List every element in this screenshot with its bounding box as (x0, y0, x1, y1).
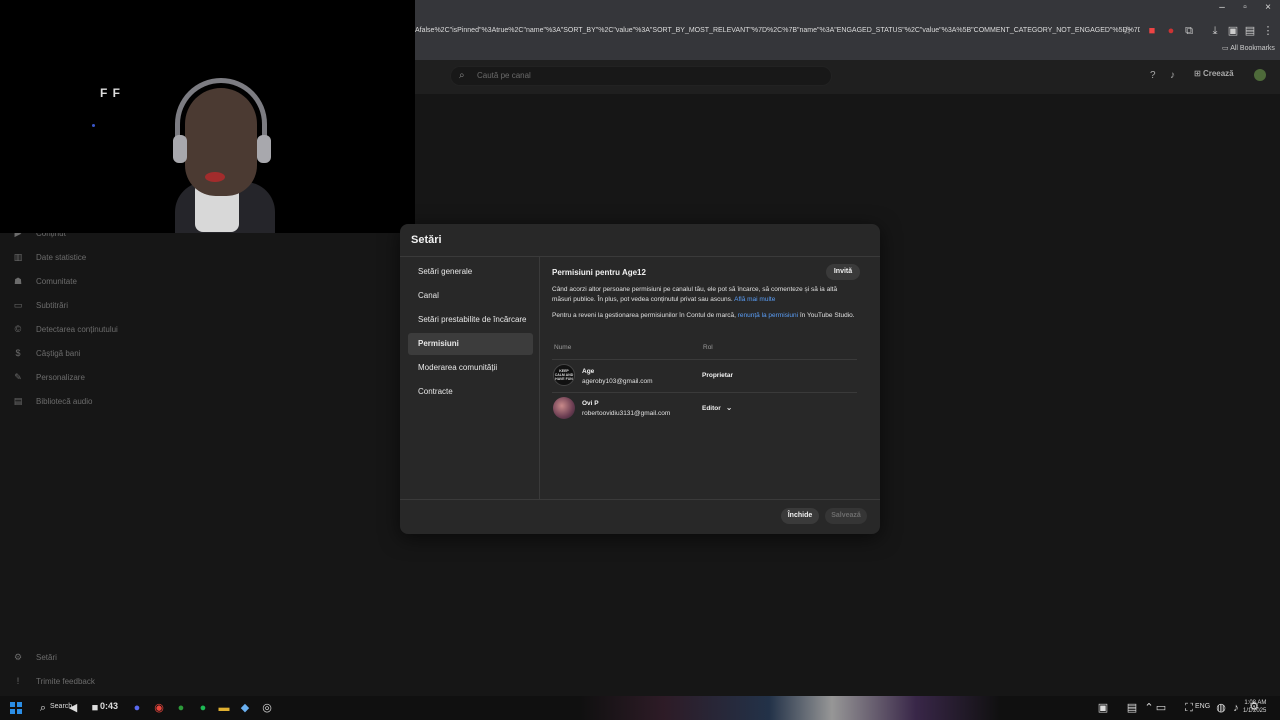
user-name: Ovi P (582, 400, 599, 407)
volume-icon[interactable]: ♪ (1229, 701, 1243, 715)
sidebar-item-customization[interactable]: ✎ Personalizare (0, 370, 130, 386)
community-icon: ☗ (13, 276, 23, 286)
all-bookmarks[interactable]: ▭ All Bookmarks (1222, 44, 1275, 52)
nav-general[interactable]: Setări generale (408, 261, 533, 283)
permissions-description: Când acorzi altor persoane permisiuni pe… (552, 286, 838, 303)
invite-button[interactable]: Invită (826, 264, 860, 280)
extension-icon[interactable]: ■ (1145, 24, 1159, 38)
folder-icon[interactable]: ▬ (217, 701, 231, 715)
divider (552, 359, 857, 360)
relinquish-permissions-link[interactable]: renunță la permisiuni (738, 312, 798, 319)
headset-band (175, 78, 267, 148)
folder-icon: ▭ (1222, 45, 1231, 52)
role-dropdown[interactable]: Editor ⌄ (702, 403, 732, 412)
sidebar-item-subtitles[interactable]: ▭ Subtitrări (0, 298, 130, 314)
nav-permissions[interactable]: Permisiuni (408, 333, 533, 355)
windows-start-icon[interactable] (10, 702, 22, 714)
window-icon[interactable]: ▤ (1125, 701, 1139, 715)
spotify-icon[interactable]: ● (196, 701, 210, 715)
webcam-glyphs: F F (100, 86, 121, 100)
subtitles-icon: ▭ (13, 300, 23, 310)
sidebar-item-feedback[interactable]: ! Trimite feedback (0, 674, 130, 690)
download-icon[interactable]: ⤓ (1208, 24, 1222, 38)
search-input[interactable]: ⌕ Caută pe canal (450, 66, 832, 86)
user-email: ageroby103@gmail.com (582, 378, 653, 385)
headset-earcup-right (257, 135, 271, 163)
user-email: robertoovidiu3131@gmail.com (582, 410, 671, 417)
chrome-icon[interactable]: ◉ (152, 701, 166, 715)
restore-icon[interactable]: ▫ (1235, 2, 1255, 13)
webcam-overlay: F F (0, 0, 415, 233)
divider (400, 256, 880, 257)
search-icon: ⌕ (459, 70, 465, 81)
close-window-icon[interactable]: × (1258, 2, 1278, 13)
audio-library-icon: ▤ (13, 396, 23, 406)
nav-channel[interactable]: Canal (408, 285, 533, 307)
help-icon[interactable]: ? (1150, 70, 1156, 81)
wand-icon: ✎ (14, 372, 22, 382)
battery-icon[interactable]: ▭ (1154, 701, 1168, 715)
language-indicator[interactable]: ENG (1195, 703, 1210, 710)
sidebar-item-earn[interactable]: $ Câștigă bani (0, 346, 130, 362)
user-name: Age (582, 368, 595, 375)
webcam-dot (92, 124, 95, 127)
taskbar-wallpaper (580, 696, 1000, 720)
minimize-icon[interactable]: – (1212, 2, 1232, 13)
extension-icon[interactable]: ● (1164, 24, 1178, 38)
media-player-icon[interactable]: ◎ (260, 701, 274, 715)
app-icon[interactable]: ● (174, 701, 188, 715)
avatar: KEEP CALM AND HAVE FUN (553, 364, 575, 386)
user-role: Proprietar (702, 372, 734, 379)
sidebar-item-analytics[interactable]: ▥ Date statistice (0, 250, 130, 266)
star-icon[interactable]: ☆ (1120, 24, 1134, 38)
chevron-down-icon: ⌄ (725, 403, 733, 412)
steam-icon[interactable]: ◆ (238, 701, 252, 715)
puzzle-icon[interactable]: ⧉ (1182, 24, 1196, 38)
settings-dialog: Setări Setări generale Canal Setări pres… (400, 224, 880, 534)
divider (400, 499, 880, 500)
permissions-note: Pentru a reveni la gestionarea permisiun… (552, 312, 855, 319)
close-button[interactable]: Închide (781, 508, 819, 524)
nav-agreements[interactable]: Contracte (408, 381, 533, 403)
extension-icon[interactable]: ▤ (1243, 24, 1257, 38)
permissions-title: Permisiuni pentru Age12 (552, 268, 646, 277)
bell-icon[interactable]: ♪ (1170, 70, 1175, 81)
save-button[interactable]: Salvează (825, 508, 867, 524)
feedback-icon: ! (16, 676, 20, 686)
analytics-icon: ▥ (13, 252, 23, 262)
dollar-icon: $ (15, 348, 21, 358)
gear-icon: ⚙ (13, 652, 23, 662)
avatar (553, 397, 575, 419)
sidebar-item-settings[interactable]: ⚙ Setări (0, 650, 130, 666)
column-header-role: Rol (703, 344, 713, 351)
menu-icon[interactable]: ⋮ (1261, 24, 1275, 38)
copyright-icon: © (14, 324, 22, 334)
address-bar[interactable]: Afalse%2C"isPinned"%3Atrue%2C"name"%3A"S… (415, 22, 1140, 40)
account-avatar[interactable] (1254, 69, 1266, 81)
recording-timer: 0:43 (100, 701, 119, 711)
nav-upload-defaults[interactable]: Setări prestabilite de încărcare (408, 309, 533, 331)
screen-icon[interactable]: ⛶ (1182, 701, 1196, 715)
webcam-person-mouth (205, 172, 225, 182)
learn-more-link[interactable]: Află mai multe (734, 296, 775, 303)
divider (552, 392, 857, 393)
sidebar-item-audio-library[interactable]: ▤ Bibliotecă audio (0, 394, 130, 410)
discord-icon[interactable]: ● (130, 701, 144, 715)
sidebar-item-copyright[interactable]: © Detectarea conținutului (0, 322, 130, 338)
search-icon[interactable]: ⌕ (36, 701, 50, 715)
headset-earcup-left (173, 135, 187, 163)
taskbar: ⌕ Search ◀ ■ 0:43 ● ◉ ● ● ▬ ◆ ◎ ▣ ▤ ⌃ ▭ … (0, 696, 1280, 720)
sidebar-item-community[interactable]: ☗ Comunitate (0, 274, 130, 290)
profile-icon[interactable]: ▣ (1226, 24, 1240, 38)
nav-community-moderation[interactable]: Moderarea comunității (408, 357, 533, 379)
widget-icon[interactable]: ▣ (1096, 701, 1110, 715)
dialog-title: Setări (411, 234, 442, 246)
video-plus-icon: ⊞ (1194, 69, 1203, 78)
clock[interactable]: 1:08 AM 1/1/2025 (1243, 699, 1266, 715)
divider (539, 256, 540, 499)
column-header-name: Nume (554, 344, 572, 351)
speaker-icon[interactable]: ◀ (66, 701, 80, 715)
wifi-icon[interactable]: ◍ (1214, 701, 1228, 715)
create-button[interactable]: ⊞ Creează (1194, 69, 1234, 78)
